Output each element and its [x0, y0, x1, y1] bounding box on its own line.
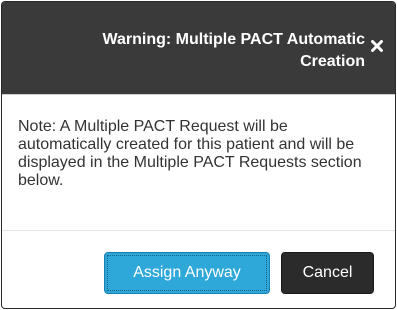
dialog-title: Warning: Multiple PACT Automatic Creatio… [102, 31, 366, 70]
assign-anyway-button[interactable]: Assign Anyway [104, 252, 270, 294]
dialog-footer: Assign Anyway Cancel [2, 230, 395, 308]
cancel-button[interactable]: Cancel [281, 252, 374, 294]
close-icon[interactable] [369, 38, 385, 54]
close-x-icon [371, 40, 383, 52]
dialog-body: Note: A Multiple PACT Request will be au… [2, 95, 395, 229]
warning-dialog: Warning: Multiple PACT Automatic Creatio… [1, 1, 396, 309]
dialog-message: Note: A Multiple PACT Request will be au… [18, 118, 362, 189]
dialog-header: Warning: Multiple PACT Automatic Creatio… [2, 2, 395, 95]
